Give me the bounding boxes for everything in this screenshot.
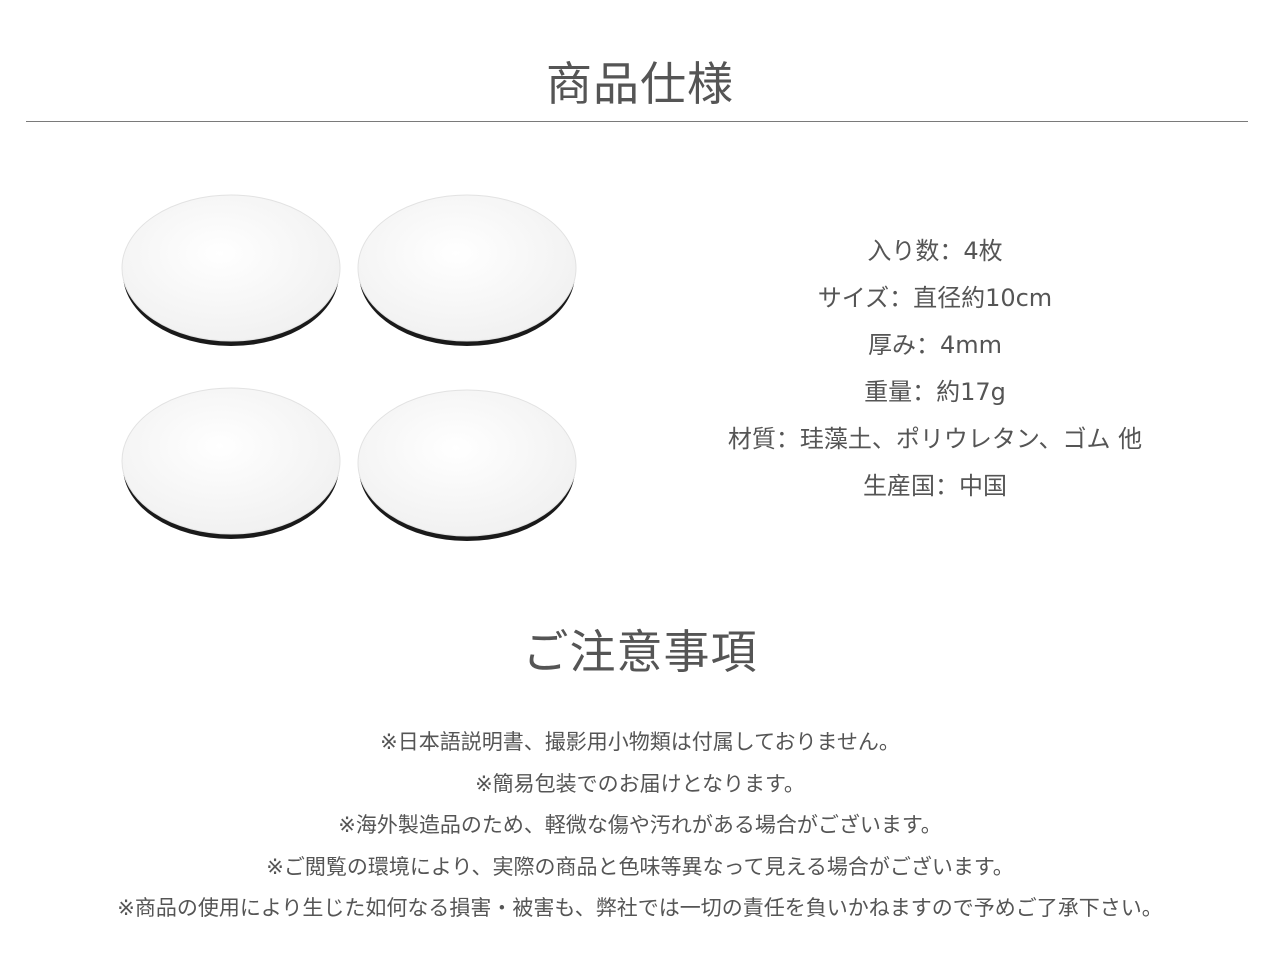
title-divider: [26, 121, 1248, 122]
spec-item-size: サイズ：直径約10cm: [817, 284, 1053, 312]
spec-item-quantity: 入り数：4枚: [867, 237, 1003, 265]
coaster-bottom-right: [357, 389, 577, 541]
coaster-set-image: [121, 194, 577, 541]
note-item: ※ご閲覧の環境により、実際の商品と色味等異なって見える場合がございます。: [266, 854, 1014, 879]
spec-item-thickness: 厚み：4mm: [867, 331, 1003, 359]
note-item: ※簡易包装でのお届けとなります。: [475, 771, 805, 796]
spec-title: 商品仕様: [546, 57, 734, 111]
coaster-top-left: [121, 194, 341, 346]
note-item: ※海外製造品のため、軽微な傷や汚れがある場合がございます。: [338, 813, 942, 837]
notes-list: ※日本語説明書、撮影用小物類は付属しておりません。 ※簡易包装でのお届けとなりま…: [0, 722, 1280, 930]
notes-title: ご注意事項: [522, 625, 758, 679]
spec-item-origin: 生産国：中国: [863, 472, 1007, 500]
note-item: ※日本語説明書、撮影用小物類は付属しておりません。: [380, 730, 900, 754]
coaster-bottom-left: [121, 387, 341, 539]
spec-list: 入り数：4枚 サイズ：直径約10cm 厚み：4mm 重量：約17g 材質：珪藻土…: [640, 228, 1230, 510]
spec-item-material: 材質：珪藻土、ポリウレタン、ゴム 他: [727, 425, 1143, 453]
spec-item-weight: 重量：約17g: [864, 378, 1006, 406]
coaster-top-right: [357, 194, 577, 346]
note-item: ※商品の使用により生じた如何なる損害・被害も、弊社では一切の責任を負いかねますの…: [117, 896, 1163, 920]
